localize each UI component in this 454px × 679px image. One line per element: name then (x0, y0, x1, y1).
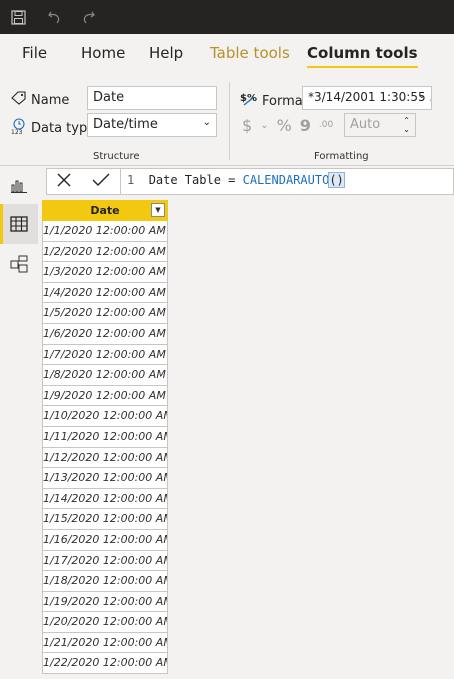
close-icon[interactable] (57, 172, 71, 191)
tag-icon (11, 91, 27, 109)
table-row[interactable]: 1/17/2020 12:00:00 AM (42, 550, 168, 572)
model-view-icon[interactable] (0, 244, 38, 284)
formula-editor[interactable]: 1 Date Table = CALENDARAUTO() (127, 172, 345, 188)
table-row[interactable]: 1/19/2020 12:00:00 AM (42, 591, 168, 613)
svg-text:$%: $% (240, 93, 257, 104)
save-icon[interactable] (9, 8, 27, 26)
table-row[interactable]: 1/10/2020 12:00:00 AM (42, 406, 168, 427)
formatting-caption: Formatting (314, 151, 369, 162)
table-row[interactable]: 1/11/2020 12:00:00 AM (42, 426, 168, 448)
format-value: *3/14/2001 1:30:55 ... (308, 90, 432, 104)
tab-column-tools[interactable]: Column tools (307, 44, 418, 68)
datatype-label: Data type (31, 120, 96, 136)
decimal-places-value: Auto (350, 117, 381, 132)
report-view-icon[interactable] (0, 166, 38, 206)
table-row[interactable]: 1/7/2020 12:00:00 AM (42, 344, 168, 366)
svg-text:123: 123 (11, 129, 23, 134)
table-body: 1/1/2020 12:00:00 AM 1/2/2020 12:00:00 AM… (42, 221, 168, 675)
tab-file[interactable]: File (22, 44, 47, 62)
currency-button[interactable]: $ (242, 116, 252, 135)
decimal-places-stepper[interactable]: Auto ⌃ ⌄ (344, 113, 416, 137)
table-row[interactable]: 1/9/2020 12:00:00 AM (42, 385, 168, 407)
ribbon-tab-strip: File Home Help Table tools Column tools (0, 34, 454, 76)
format-icon: $% (240, 91, 258, 111)
formula-commit-buttons (47, 169, 121, 194)
view-switcher (0, 166, 38, 679)
table-row[interactable]: 1/12/2020 12:00:00 AM (42, 447, 168, 469)
table-row[interactable]: 1/8/2020 12:00:00 AM (42, 365, 168, 386)
title-bar (0, 0, 454, 34)
formula-line-number: 1 (127, 173, 135, 187)
table-row[interactable]: 1/2/2020 12:00:00 AM (42, 241, 168, 263)
table-row[interactable]: 1/21/2020 12:00:00 AM (42, 632, 168, 654)
column-header-label: Date (90, 204, 120, 217)
datatype-value: Date/time (93, 117, 158, 132)
format-select[interactable]: *3/14/2001 1:30:55 ... ⌄ (302, 86, 432, 110)
tab-home[interactable]: Home (81, 44, 125, 62)
data-view-icon[interactable] (0, 204, 38, 244)
number-format-buttons: $ ⌄ % 9 .00 (242, 116, 333, 135)
column-header-date[interactable]: Date ▼ (42, 200, 168, 221)
table-row[interactable]: 1/5/2020 12:00:00 AM (42, 303, 168, 324)
chevron-down-icon[interactable]: ⌄ (260, 120, 268, 131)
datatype-icon: 123 (11, 118, 27, 138)
name-input[interactable]: Date (87, 86, 217, 110)
decimal-places-button[interactable]: .00 (319, 121, 333, 130)
table-row[interactable]: 1/1/2020 12:00:00 AM (42, 221, 168, 242)
format-label: Format (262, 93, 308, 109)
table-row[interactable]: 1/16/2020 12:00:00 AM (42, 529, 168, 551)
comma-style-button[interactable]: 9 (300, 116, 311, 135)
structure-caption: Structure (93, 151, 140, 162)
percent-button[interactable]: % (277, 116, 292, 135)
datatype-label-group: 123 Data type (11, 118, 95, 138)
table-row[interactable]: 1/20/2020 12:00:00 AM (42, 612, 168, 633)
formula-text: Date Table = (148, 173, 243, 187)
undo-icon[interactable] (45, 8, 63, 26)
format-label-group: $% Format (240, 91, 308, 111)
table-row[interactable]: 1/18/2020 12:00:00 AM (42, 571, 168, 592)
chevron-down-icon: ⌄ (417, 90, 426, 101)
datatype-select[interactable]: Date/time ⌄ (87, 113, 217, 137)
table-row[interactable]: 1/3/2020 12:00:00 AM (42, 262, 168, 283)
chevron-down-icon: ⌄ (202, 117, 211, 128)
tab-help[interactable]: Help (149, 44, 183, 62)
formula-function: CALENDARAUTO (242, 173, 330, 187)
tab-table-tools[interactable]: Table tools (210, 44, 290, 62)
table-row[interactable]: 1/6/2020 12:00:00 AM (42, 323, 168, 345)
filter-dropdown-icon[interactable]: ▼ (151, 203, 165, 217)
checkmark-icon[interactable] (92, 172, 110, 191)
ribbon-divider (229, 82, 230, 160)
redo-icon[interactable] (79, 8, 97, 26)
table-row[interactable]: 1/14/2020 12:00:00 AM (42, 488, 168, 510)
spinner-icon[interactable]: ⌃ ⌄ (403, 116, 410, 134)
table-row[interactable]: 1/15/2020 12:00:00 AM (42, 509, 168, 530)
table-row[interactable]: 1/4/2020 12:00:00 AM (42, 282, 168, 304)
name-label-group: Name (11, 91, 69, 109)
formula-parens: () (328, 172, 345, 188)
table-row[interactable]: 1/22/2020 12:00:00 AM (42, 653, 168, 675)
table-row[interactable]: 1/13/2020 12:00:00 AM (42, 468, 168, 489)
formula-bar: 1 Date Table = CALENDARAUTO() (46, 168, 454, 195)
name-label: Name (31, 92, 70, 108)
